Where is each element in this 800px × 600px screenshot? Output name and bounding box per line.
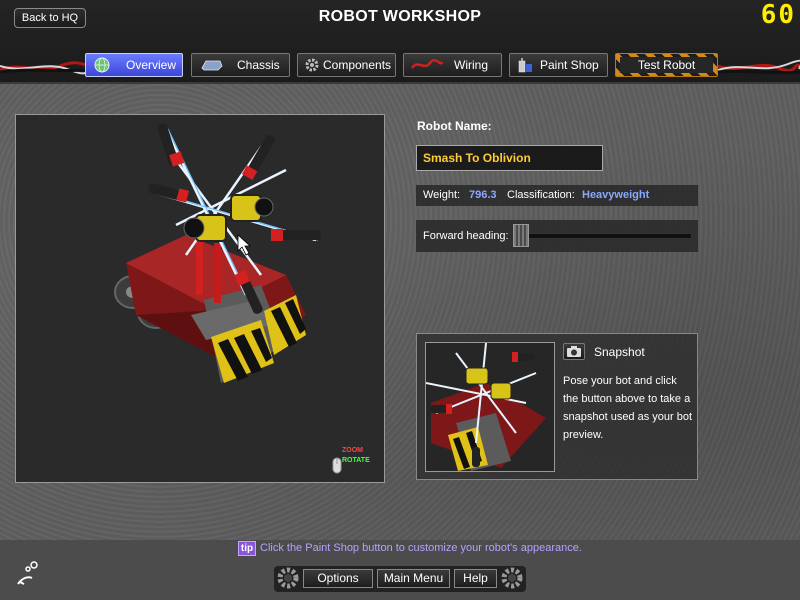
robot-name-label: Robot Name:: [417, 119, 492, 133]
tab-paint-shop-label: Paint Shop: [540, 58, 599, 72]
tab-test-robot-label: Test Robot: [620, 57, 713, 73]
chassis-icon: [201, 60, 223, 71]
robot-stats-bar: Weight: 796.3 Classification: Heavyweigh…: [416, 185, 698, 206]
forward-heading-label: Forward heading:: [423, 230, 509, 242]
tab-wiring[interactable]: Wiring: [403, 53, 502, 77]
weight-label: Weight:: [423, 189, 461, 201]
tab-overview[interactable]: Overview: [85, 53, 183, 77]
robot-3d-viewport[interactable]: ZOOM ROTATE: [15, 114, 385, 483]
motor: [183, 214, 227, 242]
classification-value: Heavyweight: [582, 189, 650, 201]
fps-counter: 60: [760, 0, 796, 30]
snapshot-title: Snapshot: [594, 345, 645, 359]
robot-render: [114, 123, 321, 383]
tab-overview-label: Overview: [126, 58, 177, 72]
tab-components[interactable]: Components: [297, 53, 396, 77]
globe-icon: [94, 57, 110, 73]
options-button[interactable]: Options: [303, 569, 373, 588]
forward-heading-slider-track[interactable]: [516, 233, 692, 239]
missile: [241, 134, 275, 181]
paint-can-icon: [518, 58, 532, 73]
mouse-icon: [332, 457, 342, 474]
robot-name-field[interactable]: Smash To Oblivion: [416, 145, 603, 171]
camera-icon: [567, 346, 581, 357]
page-title: ROBOT WORKSHOP: [318, 8, 482, 25]
gear-icon: [501, 567, 523, 589]
snapshot-panel: Snapshot Pose your bot and click the but…: [416, 333, 698, 480]
forward-heading-control: Forward heading:: [416, 220, 698, 252]
forward-heading-slider-thumb[interactable]: [513, 224, 529, 247]
motor: [230, 194, 274, 222]
snapshot-preview-image: [425, 342, 546, 471]
snapshot-description: Pose your bot and click the button above…: [563, 375, 693, 441]
back-to-hq-button[interactable]: Back to HQ: [14, 8, 86, 28]
classification-label: Classification:: [507, 189, 575, 201]
rotate-hint-label: ROTATE: [342, 457, 370, 464]
tab-test-robot[interactable]: Test Robot: [615, 53, 718, 77]
tab-chassis-label: Chassis: [237, 58, 280, 72]
cable-decoration-right: [718, 59, 800, 75]
weight-value: 796.3: [469, 189, 497, 201]
tip-text: Click the Paint Shop button to customize…: [260, 542, 582, 554]
cable-decoration-left: [0, 61, 90, 75]
tab-components-label: Components: [323, 58, 392, 72]
tip-badge: tip: [238, 541, 256, 556]
tab-wiring-label: Wiring: [454, 58, 489, 72]
loading-dots-icon: [17, 561, 38, 585]
zoom-hint-label: ZOOM: [342, 447, 363, 454]
main-menu-button[interactable]: Main Menu: [377, 569, 450, 588]
wire-icon: [410, 58, 444, 69]
missile: [157, 123, 185, 167]
missile: [148, 183, 190, 203]
snapshot-preview: [425, 342, 555, 472]
tab-chassis[interactable]: Chassis: [191, 53, 290, 77]
gear-icon: [277, 567, 299, 589]
gear-icon: [305, 58, 319, 72]
header-bar: Back to HQ ROBOT WORKSHOP 60 Overview Ch…: [0, 0, 800, 84]
snapshot-button[interactable]: [563, 343, 585, 360]
zoom-rotate-hint: ZOOM ROTATE: [332, 445, 382, 477]
missile: [271, 229, 321, 241]
tab-paint-shop[interactable]: Paint Shop: [509, 53, 608, 77]
help-button[interactable]: Help: [454, 569, 497, 588]
